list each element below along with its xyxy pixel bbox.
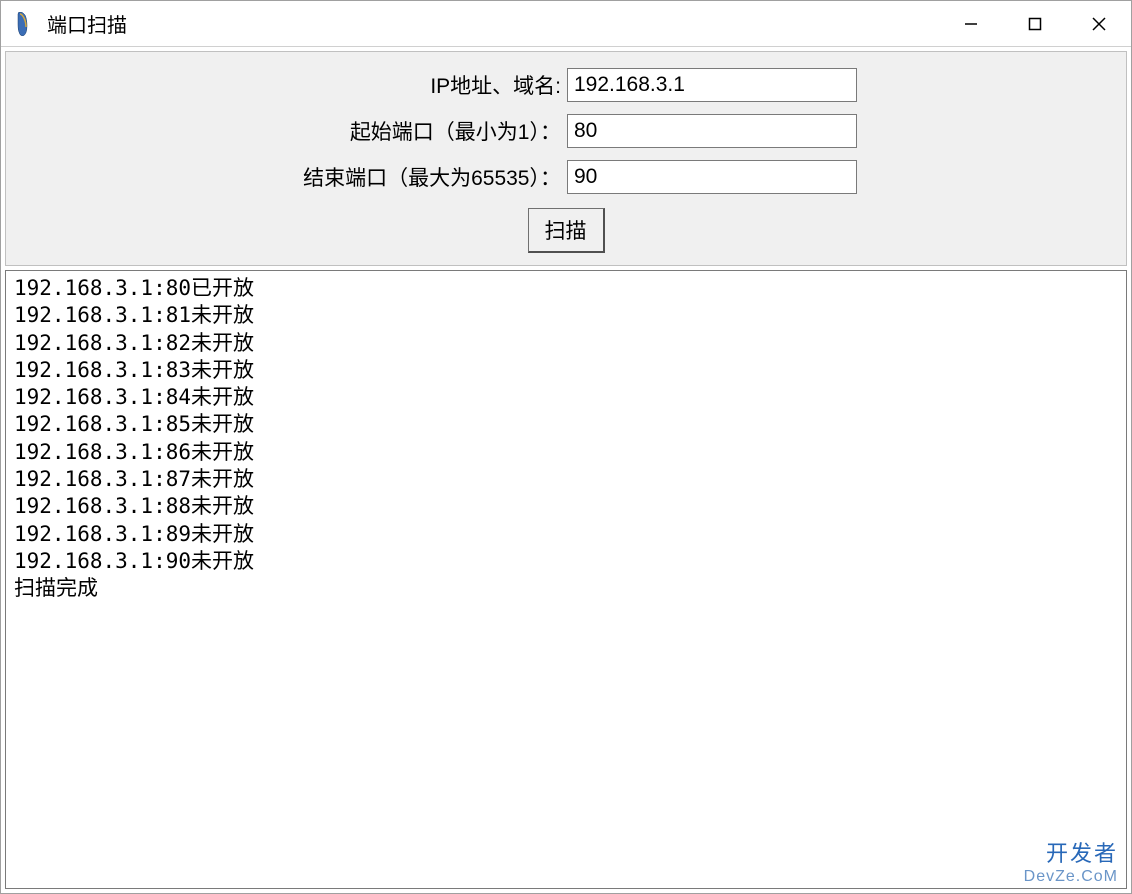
end-port-label: 结束端口（最大为65535）： [7, 162, 567, 192]
app-icon [13, 12, 37, 36]
close-icon [1091, 16, 1107, 32]
scan-button-row: 扫描 [6, 208, 1126, 253]
ip-input[interactable] [567, 68, 857, 102]
results-textarea[interactable]: 192.168.3.1:80已开放 192.168.3.1:81未开放 192.… [5, 270, 1127, 889]
scan-button[interactable]: 扫描 [528, 208, 605, 253]
end-port-input[interactable] [567, 160, 857, 194]
app-window: 端口扫描 IP地址、域名: 起始端口（最小为1）： 结束端口（最大为65535）… [0, 0, 1132, 894]
maximize-icon [1028, 17, 1042, 31]
ip-label: IP地址、域名: [7, 70, 567, 100]
start-port-row: 起始端口（最小为1）： [7, 114, 1125, 148]
window-title: 端口扫描 [47, 9, 939, 38]
form-panel: IP地址、域名: 起始端口（最小为1）： 结束端口（最大为65535）： 扫描 [5, 51, 1127, 266]
minimize-button[interactable] [939, 1, 1003, 46]
close-button[interactable] [1067, 1, 1131, 46]
minimize-icon [964, 17, 978, 31]
ip-row: IP地址、域名: [7, 68, 1125, 102]
start-port-label: 起始端口（最小为1）： [7, 116, 567, 146]
start-port-input[interactable] [567, 114, 857, 148]
maximize-button[interactable] [1003, 1, 1067, 46]
titlebar: 端口扫描 [1, 1, 1131, 47]
end-port-row: 结束端口（最大为65535）： [7, 160, 1125, 194]
window-controls [939, 1, 1131, 46]
